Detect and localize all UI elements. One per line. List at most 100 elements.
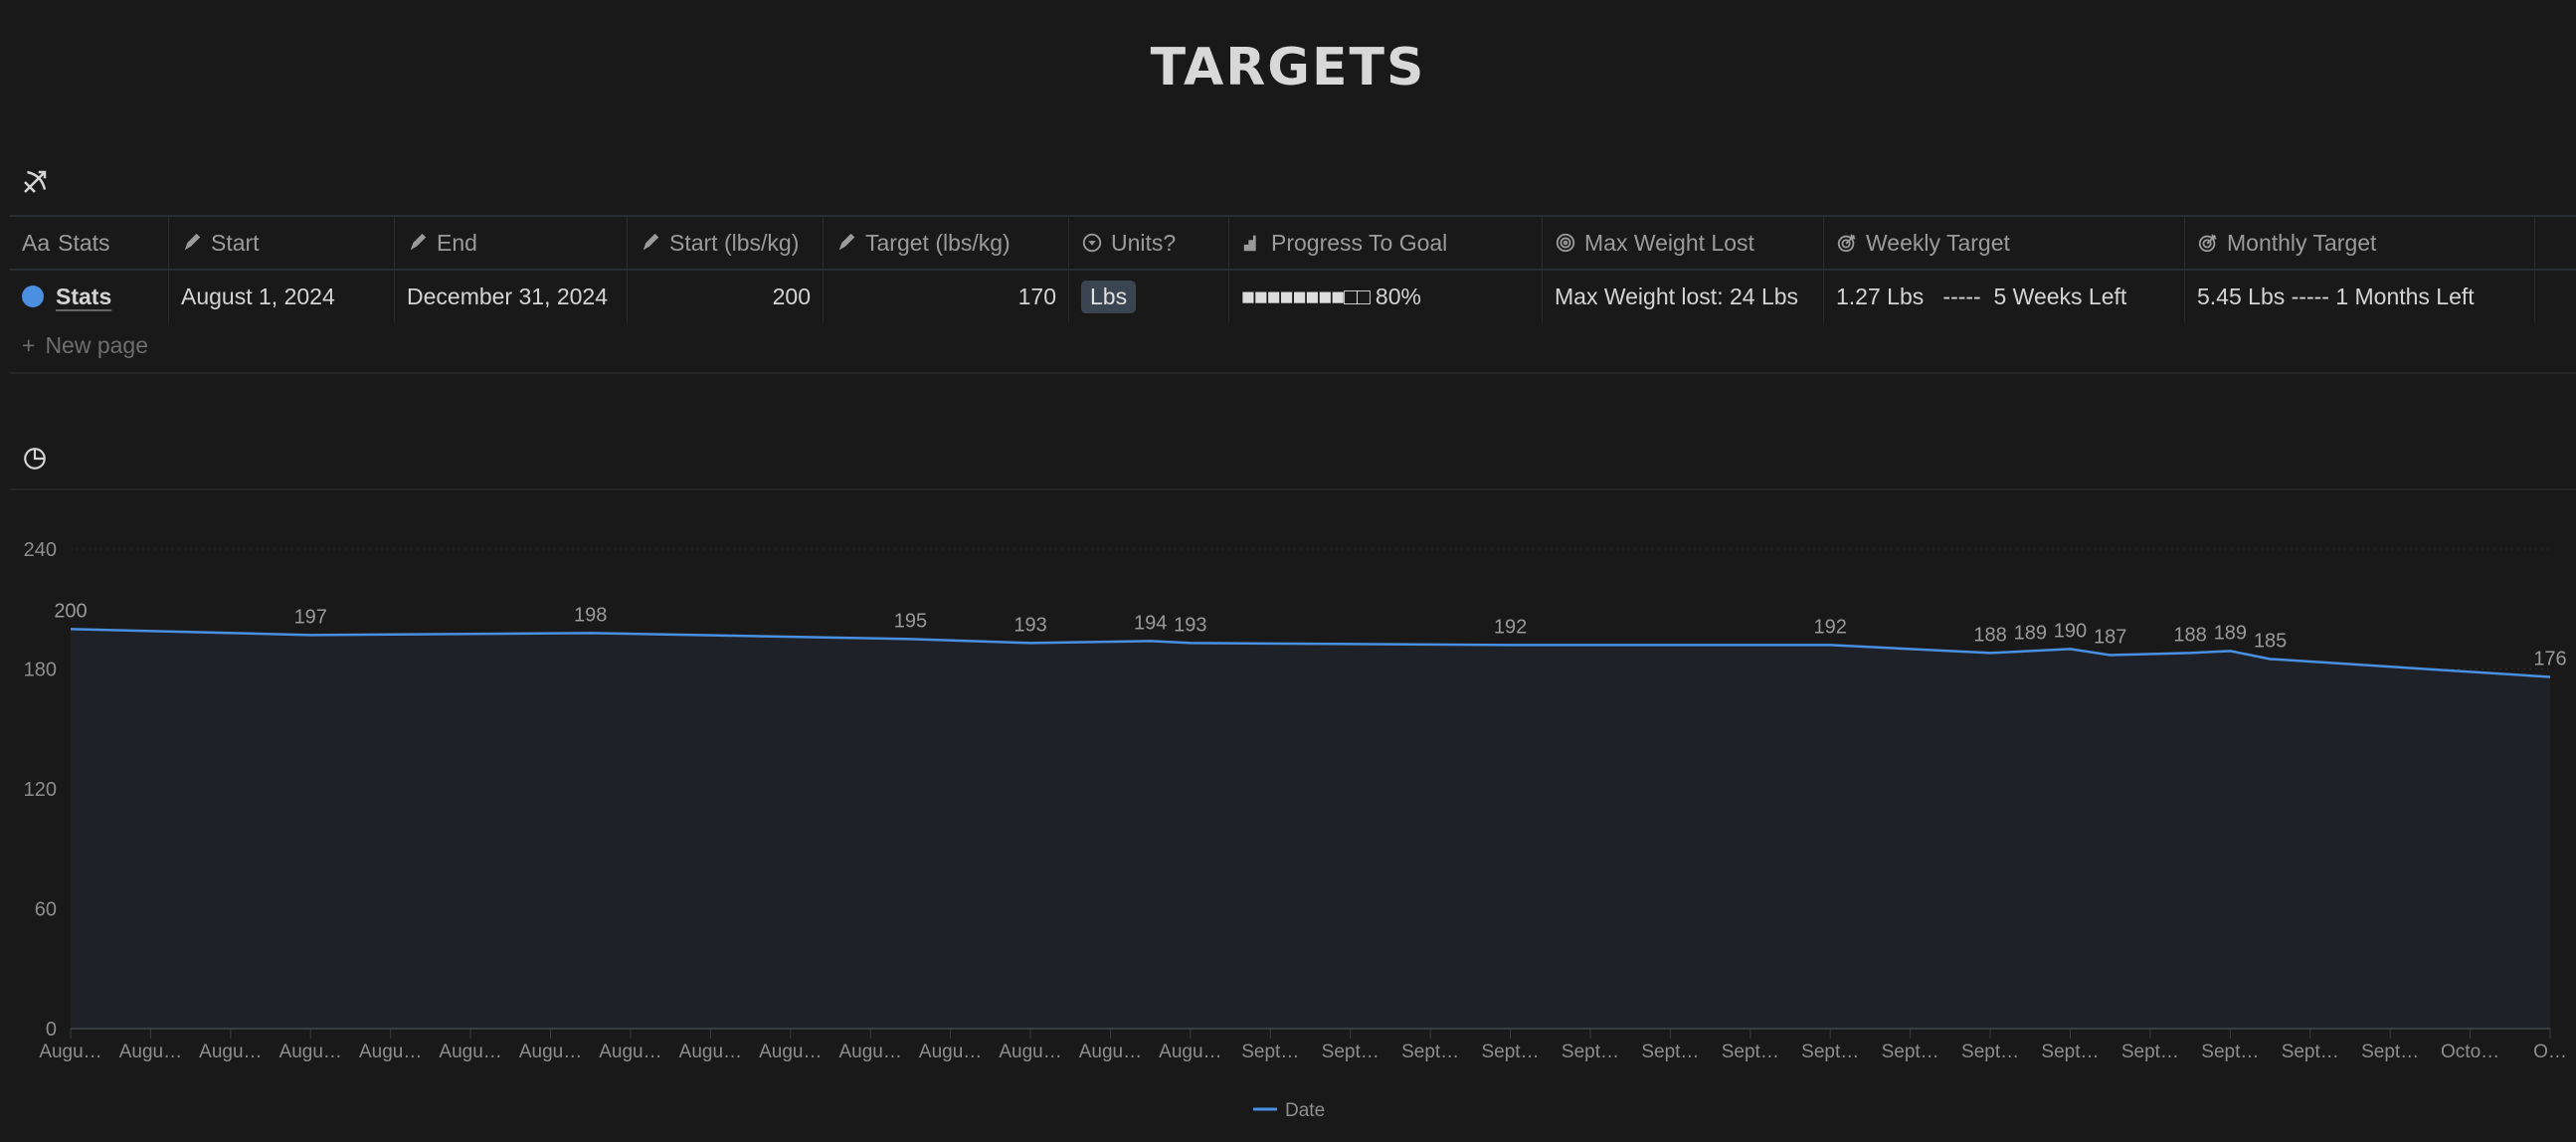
data-label: 194 — [1134, 612, 1167, 634]
x-tick-label: Sept… — [1722, 1042, 1779, 1062]
header-label: Weekly Target — [1866, 229, 2010, 256]
column-header-units[interactable]: Units? — [1069, 217, 1229, 269]
header-label: Start (lbs/kg) — [669, 229, 800, 256]
pencil-icon — [643, 233, 659, 251]
x-tick-label: Sept… — [1961, 1042, 2019, 1062]
target-arrow-icon — [1837, 234, 1856, 253]
column-header-start-weight[interactable]: Start (lbs/kg) — [628, 217, 824, 269]
cell-stats[interactable]: Stats — [10, 271, 169, 322]
cell-start-weight[interactable]: 200 — [628, 271, 824, 322]
x-tick-label: Augu… — [359, 1042, 422, 1062]
x-tick-label: Augu… — [919, 1042, 982, 1062]
data-label: 189 — [2014, 622, 2047, 644]
x-tick-label: Sept… — [1641, 1042, 1699, 1062]
column-header-progress[interactable]: Progress To Goal — [1229, 217, 1543, 269]
x-tick-label: Augu… — [839, 1042, 902, 1062]
x-tick-label: Augu… — [1079, 1042, 1142, 1062]
column-header-start[interactable]: Start — [169, 217, 395, 269]
x-tick-label: Sept… — [1241, 1042, 1299, 1062]
select-icon — [1082, 233, 1102, 253]
cell-monthly-target[interactable]: 5.45 Lbs ----- 1 Months Left — [2185, 271, 2535, 322]
progress-percent: 80% — [1375, 283, 1421, 309]
data-label: 188 — [2173, 624, 2206, 646]
cell-end[interactable]: December 31, 2024 — [395, 271, 628, 322]
x-tick-label: Sept… — [1801, 1042, 1859, 1062]
divider — [10, 372, 2576, 374]
pencil-icon — [410, 233, 427, 251]
x-tick-label: Sept… — [1401, 1042, 1459, 1062]
divider — [10, 488, 2576, 490]
table-header-row: Aa Stats Start End Start (lbs/kg) Target … — [10, 215, 2576, 269]
data-label: 176 — [2533, 649, 2566, 670]
pencil-icon — [838, 233, 855, 251]
x-tick-label: Sept… — [2201, 1042, 2259, 1062]
text-type-icon: Aa — [22, 229, 51, 256]
column-header-stats[interactable]: Aa Stats — [10, 217, 169, 269]
x-tick-label: Augu… — [1159, 1042, 1221, 1062]
column-header-end[interactable]: End — [395, 217, 628, 269]
data-label: 193 — [1013, 614, 1046, 636]
weight-chart: 0 60 120 180 240 Augu… Augu… Augu… Augu… Augu… Aug… — [24, 539, 2567, 1121]
data-label: 200 — [54, 600, 87, 622]
column-header-max-weight-lost[interactable]: Max Weight Lost — [1543, 217, 1824, 269]
pencil-icon — [184, 233, 201, 251]
cell-target-weight[interactable]: 170 — [824, 271, 1069, 322]
cell-weekly-target[interactable]: 1.27 Lbs ----- 5 Weeks Left — [1824, 271, 2185, 322]
x-tick-label: O… — [2533, 1042, 2567, 1062]
header-label: End — [437, 229, 477, 256]
y-tick-label: 0 — [46, 1019, 57, 1041]
database-table: Aa Stats Start End Start (lbs/kg) Target … — [10, 215, 2576, 322]
cell-progress[interactable]: ■■■■■■■■□□ 80% — [1229, 271, 1543, 322]
rollup-icon — [1243, 235, 1256, 252]
y-tick-label: 120 — [24, 779, 57, 801]
data-label: 197 — [294, 606, 327, 628]
plus-icon: + — [22, 332, 36, 358]
y-tick-label: 60 — [35, 899, 57, 921]
x-tick-label: Augu… — [39, 1042, 101, 1062]
x-tick-label: Augu… — [679, 1042, 742, 1062]
legend-label: Date — [1285, 1100, 1325, 1121]
new-page-button[interactable]: + New page — [22, 332, 148, 359]
x-tick-label: Augu… — [519, 1042, 582, 1062]
x-tick-label: Augu… — [999, 1042, 1061, 1062]
x-tick-label: Octo… — [2441, 1042, 2499, 1062]
x-tick-label: Augu… — [439, 1042, 501, 1062]
area-fill — [71, 629, 2550, 1029]
units-tag: Lbs — [1081, 280, 1137, 313]
pie-chart-icon — [24, 448, 46, 470]
data-label: 185 — [2254, 630, 2287, 652]
data-label: 193 — [1174, 614, 1206, 636]
header-label: Progress To Goal — [1271, 229, 1448, 256]
x-tick-label: Augu… — [119, 1042, 182, 1062]
data-label: 198 — [574, 604, 607, 626]
new-page-label: New page — [45, 332, 149, 358]
x-tick-label: Sept… — [1562, 1042, 1619, 1062]
cell-start[interactable]: August 1, 2024 — [169, 271, 395, 322]
x-tick-label: Augu… — [199, 1042, 262, 1062]
header-label: Start — [211, 229, 260, 256]
progress-bar: ■■■■■■■■□□ — [1241, 283, 1371, 309]
x-tick-label: Sept… — [2361, 1042, 2419, 1062]
data-label: 187 — [2094, 626, 2126, 648]
x-tick-label: Augu… — [759, 1042, 822, 1062]
target-icon — [1556, 233, 1575, 253]
data-label: 190 — [2054, 620, 2087, 642]
x-tick-label: Augu… — [599, 1042, 661, 1062]
data-label: 192 — [1814, 616, 1847, 638]
column-header-weekly-target[interactable]: Weekly Target — [1824, 217, 2185, 269]
column-header-monthly-target[interactable]: Monthly Target — [2185, 217, 2535, 269]
cell-units[interactable]: Lbs — [1069, 271, 1229, 322]
cell-max-weight-lost[interactable]: Max Weight lost: 24 Lbs — [1543, 271, 1824, 322]
data-label: 188 — [1973, 624, 2006, 646]
header-label: Target (lbs/kg) — [865, 229, 1011, 256]
table-row[interactable]: Stats August 1, 2024 December 31, 2024 2… — [10, 269, 2576, 322]
page-icon — [22, 286, 44, 307]
header-label: Units? — [1111, 229, 1177, 256]
x-tick-label: Sept… — [1882, 1042, 1939, 1062]
x-tick-label: Sept… — [2041, 1042, 2099, 1062]
page-title-link[interactable]: Stats — [56, 284, 111, 310]
x-tick-label: Sept… — [1322, 1042, 1380, 1062]
header-label: Max Weight Lost — [1584, 229, 1754, 256]
x-tick-label: Sept… — [2121, 1042, 2179, 1062]
column-header-target-weight[interactable]: Target (lbs/kg) — [824, 217, 1069, 269]
